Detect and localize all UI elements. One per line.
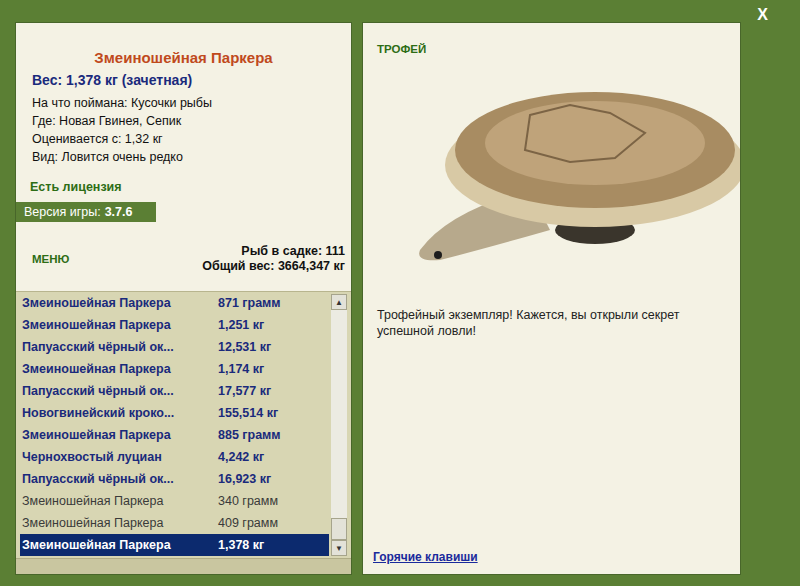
catch-row[interactable]: Папуасский чёрный ок...16,923 кг — [20, 468, 329, 490]
menu-button[interactable]: МЕНЮ — [32, 253, 69, 265]
catch-info: Змеиношейная ПаркераВес: 1,378 кг (зачет… — [16, 23, 351, 291]
catch-list: Змеиношейная Паркера871 граммЗмеиношейна… — [16, 291, 351, 558]
catch-row[interactable]: Новогвинейский кроко...155,514 кг — [20, 402, 329, 424]
row-weight: 1,251 кг — [218, 318, 329, 332]
close-button[interactable]: X — [753, 4, 772, 26]
catch-row[interactable]: Змеиношейная Паркера409 грамм — [20, 512, 329, 534]
catch-row[interactable]: Папуасский чёрный ок...12,531 кг — [20, 336, 329, 358]
row-name: Змеиношейная Паркера — [22, 494, 218, 508]
catch-row[interactable]: Чернохвостый луциан4,242 кг — [20, 446, 329, 468]
row-weight: 1,378 кг — [218, 538, 329, 552]
row-weight: 885 грамм — [218, 428, 329, 442]
trophy-panel: ТРОФЕЙ Трофейный экземпляр! Кажется, вы о… — [362, 22, 741, 575]
catch-details: На что поймана: Кусочки рыбыГде: Новая Г… — [16, 88, 351, 166]
version-value: 3.7.6 — [105, 205, 133, 219]
trophy-badge: ТРОФЕЙ — [377, 43, 730, 55]
trophy-message: Трофейный экземпляр! Кажется, вы открыли… — [377, 283, 730, 339]
row-name: Змеиношейная Паркера — [22, 318, 218, 332]
detail-line: Вид: Ловится очень редко — [32, 148, 351, 166]
row-name: Новогвинейский кроко... — [22, 406, 218, 420]
row-weight: 155,514 кг — [218, 406, 329, 420]
menu-row: МЕНЮ Рыб в садке: 111Общий вес: 3664,347 … — [16, 222, 351, 274]
row-weight: 17,577 кг — [218, 384, 329, 398]
row-name: Папуасский чёрный ок... — [22, 384, 218, 398]
catch-row[interactable]: Змеиношейная Паркера885 грамм — [20, 424, 329, 446]
catch-row[interactable]: Змеиношейная Паркера1,174 кг — [20, 358, 329, 380]
row-name: Змеиношейная Паркера — [22, 516, 218, 530]
catch-weight: Вес: 1,378 кг (зачетная) — [16, 66, 351, 88]
row-weight: 409 грамм — [218, 516, 329, 530]
row-weight: 871 грамм — [218, 296, 329, 310]
scroll-track — [331, 310, 347, 540]
turtle-picture — [377, 55, 740, 283]
row-weight: 4,242 кг — [218, 450, 329, 464]
version-label: Версия игры: — [24, 205, 101, 219]
detail-line: На что поймана: Кусочки рыбы — [32, 94, 351, 112]
catch-row[interactable]: Змеиношейная Паркера1,378 кг — [20, 534, 329, 556]
keepnet-summary: Рыб в садке: 111Общий вес: 3664,347 кг — [202, 244, 345, 274]
detail-line: Где: Новая Гвинея, Сепик — [32, 112, 351, 130]
keepnet-total: Общий вес: 3664,347 кг — [202, 259, 345, 274]
catch-row[interactable]: Змеиношейная Паркера871 грамм — [20, 292, 329, 314]
license-label: Есть лицензия — [16, 166, 351, 194]
row-weight: 340 грамм — [218, 494, 329, 508]
catch-title: Змеиношейная Паркера — [16, 49, 351, 66]
version-bar: Версия игры: 3.7.6 — [16, 202, 156, 222]
catch-row[interactable]: Змеиношейная Паркера1,251 кг — [20, 314, 329, 336]
row-name: Змеиношейная Паркера — [22, 428, 218, 442]
row-name: Папуасский чёрный ок... — [22, 340, 218, 354]
row-weight: 1,174 кг — [218, 362, 329, 376]
catch-row[interactable]: Папуасский чёрный ок...17,577 кг — [20, 380, 329, 402]
row-name: Змеиношейная Паркера — [22, 362, 218, 376]
panel-footer — [16, 558, 351, 574]
keepnet-count: Рыб в садке: 111 — [202, 244, 345, 259]
game-window: XЗмеиношейная ПаркераВес: 1,378 кг (заче… — [0, 0, 800, 586]
row-name: Чернохвостый луциан — [22, 450, 218, 464]
row-weight: 12,531 кг — [218, 340, 329, 354]
scroll-thumb[interactable] — [331, 518, 347, 540]
row-name: Змеиношейная Паркера — [22, 538, 218, 552]
catch-row[interactable]: Змеиношейная Паркера340 грамм — [20, 490, 329, 512]
detail-line: Оценивается с: 1,32 кг — [32, 130, 351, 148]
scroll-down-button[interactable]: ▼ — [331, 540, 347, 556]
row-name: Папуасский чёрный ок... — [22, 472, 218, 486]
catch-panel: Змеиношейная ПаркераВес: 1,378 кг (зачет… — [15, 22, 352, 575]
row-name: Змеиношейная Паркера — [22, 296, 218, 310]
scrollbar[interactable]: ▲▼ — [331, 294, 347, 556]
turtle-icon — [380, 55, 740, 285]
hotkeys-link[interactable]: Горячие клавиши — [373, 550, 730, 564]
row-weight: 16,923 кг — [218, 472, 329, 486]
scroll-up-button[interactable]: ▲ — [331, 294, 347, 310]
